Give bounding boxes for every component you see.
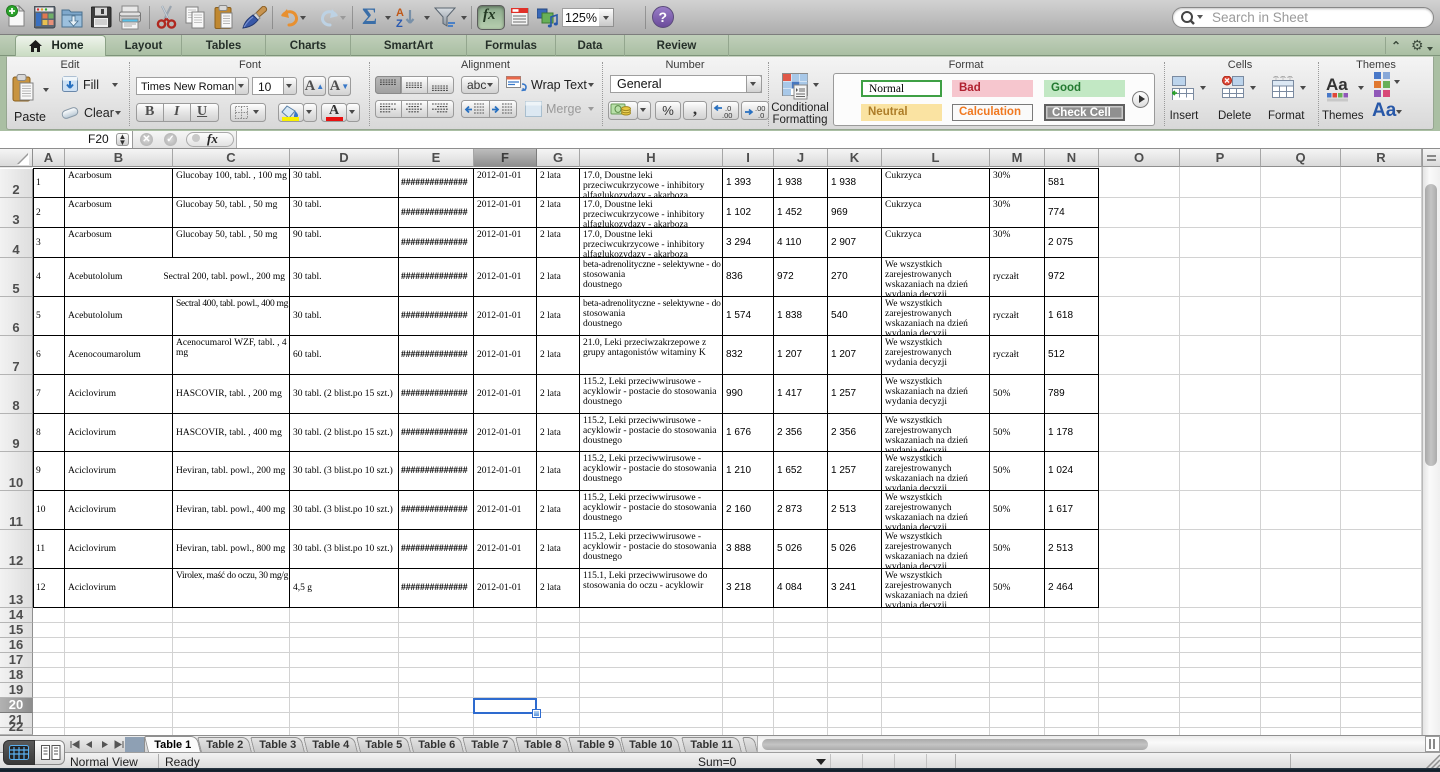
svg-text:Aa: Aa — [1326, 75, 1348, 94]
svg-text:?: ? — [659, 9, 668, 25]
svg-text:Z: Z — [396, 18, 403, 30]
